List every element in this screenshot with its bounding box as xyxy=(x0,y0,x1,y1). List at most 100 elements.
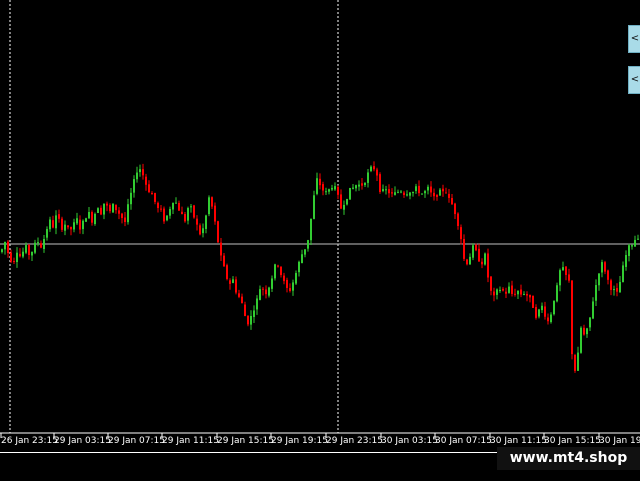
candle xyxy=(394,186,396,196)
candle xyxy=(76,212,78,225)
candle-body xyxy=(316,178,318,194)
candle xyxy=(103,203,105,220)
time-tick-label: 30 Jan 03:15 xyxy=(381,436,438,446)
candle xyxy=(16,247,18,268)
candle xyxy=(172,202,174,214)
candle xyxy=(97,207,99,213)
candle xyxy=(85,217,87,222)
candle-body xyxy=(331,187,333,190)
candle xyxy=(382,184,384,193)
candle-body xyxy=(277,265,279,267)
candle-body xyxy=(166,215,168,221)
candle-body xyxy=(481,261,483,265)
candle-body xyxy=(163,208,165,222)
candle-body xyxy=(532,295,534,308)
candle xyxy=(247,315,249,327)
candle xyxy=(199,223,201,236)
candle xyxy=(82,219,84,235)
price-chart[interactable]: 26 Jan 23:1529 Jan 03:1529 Jan 07:1529 J… xyxy=(0,0,640,452)
candle xyxy=(583,324,585,336)
candle xyxy=(460,224,462,245)
candle-body xyxy=(451,198,453,205)
candle-body xyxy=(115,204,117,211)
candle-body xyxy=(487,253,489,278)
candle-body xyxy=(412,191,414,194)
candle xyxy=(556,282,558,303)
candle xyxy=(277,264,279,268)
candle xyxy=(550,312,552,324)
candle-body xyxy=(103,203,105,215)
candle-body xyxy=(76,218,78,224)
candle-body xyxy=(226,265,228,279)
candle-body xyxy=(31,251,33,256)
candle xyxy=(46,226,48,241)
candle xyxy=(271,275,273,293)
candle xyxy=(346,198,348,206)
candle xyxy=(421,193,423,195)
candle xyxy=(193,204,195,219)
candle-body xyxy=(232,279,234,283)
candle xyxy=(304,249,306,258)
candle-body xyxy=(106,203,108,206)
candle xyxy=(628,243,630,262)
candle xyxy=(487,248,489,283)
candle xyxy=(67,225,69,230)
candle-body xyxy=(370,166,372,172)
candle-body xyxy=(604,262,606,272)
candle-body xyxy=(61,218,63,230)
candle xyxy=(508,282,510,294)
candle xyxy=(142,163,144,180)
candle xyxy=(268,286,270,298)
candle xyxy=(238,289,240,299)
candle-body xyxy=(157,202,159,209)
candle-body xyxy=(199,225,201,235)
candle xyxy=(337,185,339,200)
candle xyxy=(577,346,579,371)
candle xyxy=(229,278,231,290)
candle xyxy=(40,240,42,249)
candle xyxy=(433,188,435,201)
panel-collapse-button[interactable]: < xyxy=(628,25,640,53)
candle-body xyxy=(550,314,552,323)
candle xyxy=(391,188,393,198)
candle xyxy=(451,193,453,205)
candle xyxy=(538,308,540,319)
candle-body xyxy=(352,187,354,189)
candle-body xyxy=(547,317,549,322)
candle-body xyxy=(100,207,102,215)
candle-body xyxy=(457,213,459,226)
candle xyxy=(379,172,381,194)
panel-collapse-button-2[interactable]: < xyxy=(628,66,640,94)
candle xyxy=(634,235,636,247)
time-tick-label: 29 Jan 11:15 xyxy=(162,436,219,446)
candle xyxy=(571,279,573,360)
candle xyxy=(169,206,171,219)
candle-body xyxy=(571,280,573,355)
time-tick-label: 29 Jan 23:15 xyxy=(326,436,383,446)
candle-body xyxy=(610,280,612,290)
candle-body xyxy=(622,265,624,283)
candle-body xyxy=(301,254,303,264)
candle xyxy=(553,300,555,316)
candle xyxy=(160,205,162,212)
candle-body xyxy=(442,188,444,192)
candle-body xyxy=(235,279,237,293)
candle-body xyxy=(574,354,576,371)
candle xyxy=(115,204,117,214)
candle-body xyxy=(418,185,420,194)
candle-body xyxy=(13,261,15,263)
candle-body xyxy=(184,214,186,222)
candle xyxy=(358,180,360,191)
candle-body xyxy=(319,178,321,186)
candle xyxy=(157,201,159,213)
candle xyxy=(4,241,6,255)
candle-body xyxy=(502,288,504,291)
candle xyxy=(280,266,282,278)
candle xyxy=(286,277,288,293)
candle-body xyxy=(67,225,69,228)
candle xyxy=(520,284,522,298)
candle xyxy=(499,286,501,293)
candle-body xyxy=(85,218,87,222)
candle-body xyxy=(211,197,213,207)
candle xyxy=(493,287,495,302)
